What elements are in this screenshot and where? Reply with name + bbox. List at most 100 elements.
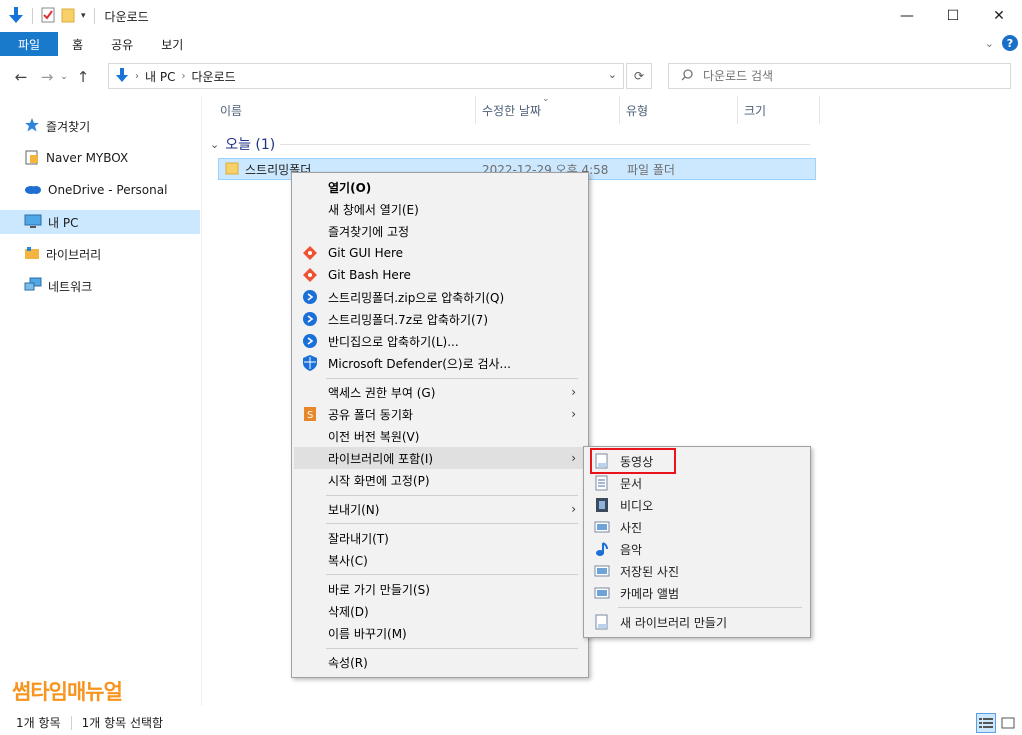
group-header[interactable]: ⌄ 오늘 (1) — [210, 134, 275, 154]
menu-item-pin-quick-access[interactable]: 즐겨찾기에 고정 — [294, 220, 586, 242]
sidebar-item-favorites[interactable]: 즐겨찾기 — [0, 114, 200, 138]
submenu-item-saved-pictures[interactable]: 저장된 사진 — [586, 560, 808, 582]
large-icons-view-icon[interactable] — [998, 713, 1018, 733]
submenu-item-documents[interactable]: 문서 — [586, 472, 808, 494]
submenu-item-pictures[interactable]: 사진 — [586, 516, 808, 538]
tab-file[interactable]: 파일 — [0, 32, 59, 56]
menu-item-cut[interactable]: 잘라내기(T) — [294, 527, 586, 549]
refresh-icon[interactable]: ⟳ — [626, 63, 652, 89]
folder-icon — [225, 161, 239, 178]
selection-count: 1개 항목 선택함 — [81, 716, 164, 730]
sidebar-item-label: 내 PC — [48, 215, 79, 230]
minimize-button[interactable]: — — [884, 0, 930, 32]
menu-item-compress-zip[interactable]: 스트리밍폴더.zip으로 압축하기(Q) — [294, 286, 586, 308]
menu-item-rename[interactable]: 이름 바꾸기(M) — [294, 622, 586, 644]
submenu-item-camera-roll[interactable]: 카메라 앨범 — [586, 582, 808, 604]
menu-item-open-new-window[interactable]: 새 창에서 열기(E) — [294, 198, 586, 220]
submenu-item-videos-library[interactable]: 동영상 — [586, 450, 808, 472]
help-icon[interactable]: ? — [1002, 35, 1018, 51]
column-name[interactable]: 이름 — [214, 96, 476, 124]
menu-item-send-to[interactable]: 보내기(N) › — [294, 498, 586, 520]
star-icon — [24, 117, 40, 136]
up-icon[interactable]: ↑ — [72, 66, 94, 88]
svg-text:S: S — [307, 410, 313, 421]
menu-item-sync-shared-folder[interactable]: S 공유 폴더 동기화 › — [294, 403, 586, 425]
group-divider — [280, 144, 810, 145]
menu-item-git-gui[interactable]: Git GUI Here — [294, 242, 586, 264]
menu-item-defender-scan[interactable]: Microsoft Defender(으)로 검사... — [294, 352, 586, 374]
submenu-item-music[interactable]: 음악 — [586, 538, 808, 560]
menu-item-include-in-library[interactable]: 라이브러리에 포함(I) › — [294, 447, 586, 469]
maximize-button[interactable]: ☐ — [930, 0, 976, 32]
menu-item-git-bash[interactable]: Git Bash Here — [294, 264, 586, 286]
submenu-arrow-icon: › — [571, 502, 576, 516]
git-icon — [302, 245, 318, 261]
submenu-item-video[interactable]: 비디오 — [586, 494, 808, 516]
pictures-icon — [594, 563, 610, 579]
sidebar-item-my-pc[interactable]: 내 PC — [0, 210, 200, 234]
music-icon — [594, 541, 610, 557]
submenu-arrow-icon: › — [571, 407, 576, 421]
menu-item-create-shortcut[interactable]: 바로 가기 만들기(S) — [294, 578, 586, 600]
navigation-bar: ← → ⌄ ↑ › 내 PC › 다운로드 ⌄ ⟳ — [0, 60, 1022, 94]
item-count: 1개 항목 — [16, 716, 61, 730]
group-label: 오늘 (1) — [225, 137, 276, 153]
onedrive-icon — [24, 183, 42, 198]
sidebar-item-naver-mybox[interactable]: Naver MYBOX — [0, 146, 200, 170]
menu-item-copy[interactable]: 복사(C) — [294, 549, 586, 571]
pictures-icon — [594, 585, 610, 601]
search-input[interactable] — [703, 69, 983, 83]
breadcrumb-downloads[interactable]: 다운로드 — [191, 68, 235, 85]
search-box[interactable] — [668, 63, 1011, 89]
details-view-icon[interactable] — [976, 713, 996, 733]
properties-icon[interactable] — [41, 7, 55, 26]
menu-separator — [326, 495, 578, 496]
tab-share[interactable]: 공유 — [97, 32, 147, 56]
sidebar-item-library[interactable]: 라이브러리 — [0, 242, 200, 266]
address-bar[interactable]: › 내 PC › 다운로드 ⌄ — [108, 63, 624, 89]
sidebar-item-onedrive[interactable]: OneDrive - Personal — [0, 178, 200, 202]
expand-ribbon-icon[interactable]: ⌄ — [985, 37, 994, 50]
library-doc-icon — [594, 453, 610, 469]
menu-item-restore-versions[interactable]: 이전 버전 복원(V) — [294, 425, 586, 447]
ribbon-tabs: 파일 홈 공유 보기 ⌄ ? — [0, 32, 1022, 56]
close-button[interactable]: ✕ — [976, 0, 1022, 32]
collapse-chevron-icon[interactable]: ⌄ — [210, 138, 219, 151]
column-size[interactable]: 크기 — [738, 96, 820, 124]
menu-item-compress-7z[interactable]: 스트리밍폴더.7z로 압축하기(7) — [294, 308, 586, 330]
menu-item-delete[interactable]: 삭제(D) — [294, 600, 586, 622]
tab-home[interactable]: 홈 — [58, 32, 97, 56]
sidebar-item-network[interactable]: 네트워크 — [0, 274, 200, 298]
sidebar-item-label: 즐겨찾기 — [46, 119, 91, 134]
menu-item-pin-to-start[interactable]: 시작 화면에 고정(P) — [294, 469, 586, 491]
menu-item-give-access[interactable]: 액세스 권한 부여 (G) › — [294, 381, 586, 403]
context-menu: 열기(O) 새 창에서 열기(E) 즐겨찾기에 고정 Git GUI Here … — [291, 172, 589, 678]
window-title: 다운로드 — [104, 9, 149, 24]
library-submenu: 동영상 문서 비디오 사진 음악 저장된 사진 카메라 앨범 새 라이브러리 만… — [583, 446, 811, 638]
menu-item-compress-bandizip[interactable]: 반디집으로 압축하기(L)... — [294, 330, 586, 352]
menu-separator — [326, 378, 578, 379]
breadcrumb-separator-icon: › — [135, 70, 139, 82]
sidebar-item-label: 네트워크 — [48, 279, 93, 294]
bandizip-icon — [302, 289, 318, 305]
back-icon[interactable]: ← — [10, 66, 32, 88]
breadcrumb-my-pc[interactable]: 내 PC — [145, 68, 175, 85]
recent-locations-icon[interactable]: ⌄ — [58, 66, 70, 88]
column-type[interactable]: 유형 — [620, 96, 738, 124]
tab-view[interactable]: 보기 — [147, 32, 197, 56]
title-bar: ▾ 다운로드 — ☐ ✕ — [0, 0, 1022, 32]
new-folder-icon[interactable] — [61, 7, 75, 26]
network-icon — [24, 277, 42, 296]
menu-separator — [326, 648, 578, 649]
navigation-pane: 즐겨찾기 Naver MYBOX OneDrive - Personal 내 P… — [0, 96, 202, 706]
submenu-item-new-library[interactable]: 새 라이브러리 만들기 — [586, 611, 808, 633]
customize-toolbar-icon[interactable]: ▾ — [81, 11, 86, 21]
window-controls: — ☐ ✕ — [884, 0, 1022, 32]
address-dropdown-icon[interactable]: ⌄ — [608, 68, 617, 81]
menu-item-properties[interactable]: 속성(R) — [294, 651, 586, 673]
forward-icon[interactable]: → — [36, 66, 58, 88]
submenu-arrow-icon: › — [571, 385, 576, 399]
download-location-icon — [115, 67, 129, 86]
menu-item-open[interactable]: 열기(O) — [294, 176, 586, 198]
file-type: 파일 폴더 — [627, 162, 675, 177]
